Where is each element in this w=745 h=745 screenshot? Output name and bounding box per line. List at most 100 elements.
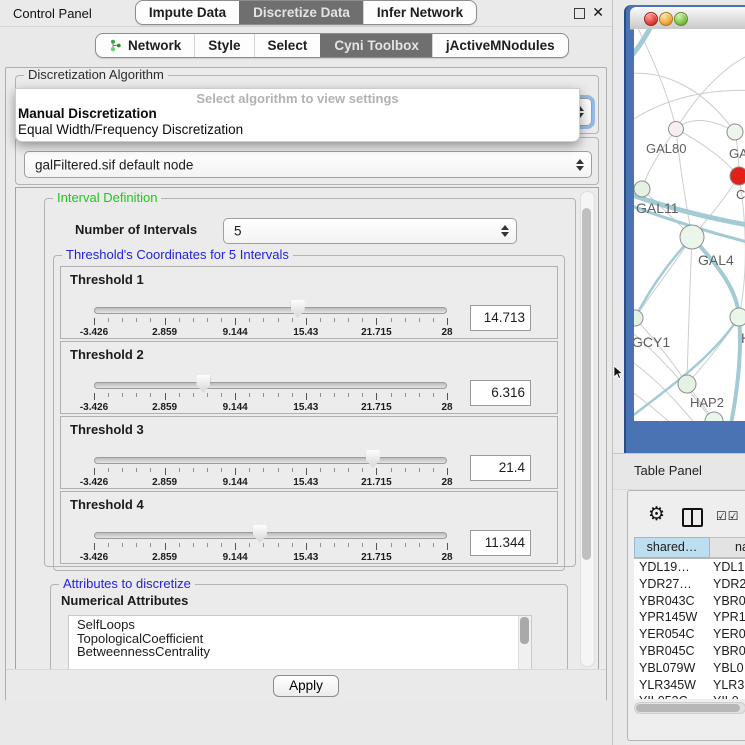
dropdown-option-manual-discretization[interactable]: Manual Discretization	[16, 106, 579, 122]
cell-shared-name: YLR345W	[634, 677, 710, 694]
scrollbar-thumb[interactable]	[520, 617, 529, 644]
tick-mark	[306, 318, 307, 325]
close-traffic-light[interactable]	[644, 12, 658, 26]
tick-mark	[235, 468, 236, 475]
combo-stepper-icon	[501, 225, 509, 237]
scrollbar-thumb[interactable]	[636, 704, 740, 712]
tick-mark	[334, 318, 335, 322]
tick-mark	[207, 318, 208, 322]
tab-infer-network[interactable]: Infer Network	[363, 1, 476, 24]
minimize-traffic-light[interactable]	[659, 12, 673, 26]
tab-discretize-data[interactable]: Discretize Data	[239, 1, 363, 24]
threshold-value-field[interactable]: 6.316	[470, 380, 531, 406]
tick-label: 2.859	[152, 477, 177, 488]
threshold-slider[interactable]: -3.4262.8599.14415.4321.71528	[94, 303, 447, 337]
attributes-list-scrollbar[interactable]	[518, 616, 531, 670]
tick-label: 15.43	[293, 402, 318, 413]
algorithm-dropdown-options: Manual DiscretizationEqual Width/Frequen…	[16, 106, 579, 138]
table-row[interactable]: YDR27…YDR2	[634, 576, 745, 593]
tick-mark	[249, 468, 250, 472]
tick-label: 28	[441, 552, 452, 563]
column-header-shared-name[interactable]: shared…	[634, 537, 710, 558]
tick-mark	[391, 393, 392, 397]
threshold-value-field[interactable]: 14.713	[470, 305, 531, 331]
slider-thumb[interactable]	[196, 375, 210, 393]
tick-mark	[391, 318, 392, 322]
tick-mark	[179, 393, 180, 397]
float-window-icon[interactable]	[574, 8, 585, 19]
network-node[interactable]	[680, 225, 704, 249]
attribute-item-topologicalcoefficient[interactable]: TopologicalCoefficient	[69, 632, 531, 646]
tick-mark	[278, 318, 279, 322]
split-columns-icon[interactable]	[682, 508, 703, 527]
tick-mark	[150, 468, 151, 472]
slider-thumb[interactable]	[366, 450, 380, 468]
tick-mark	[94, 543, 95, 550]
tick-mark	[292, 543, 293, 547]
threshold-slider[interactable]: -3.4262.8599.14415.4321.71528	[94, 453, 447, 487]
table-row[interactable]: YBL079WYBL0	[634, 660, 745, 677]
num-intervals-select[interactable]: 5	[223, 218, 517, 244]
settings-vertical-scrollbar[interactable]	[580, 191, 595, 667]
tick-mark	[122, 318, 123, 322]
table-row[interactable]: YBR045CYBR0	[634, 643, 745, 660]
tick-label: 15.43	[293, 327, 318, 338]
select-columns-icon[interactable]: ☑☑	[716, 509, 740, 523]
threshold-value-field[interactable]: 11.344	[470, 530, 531, 556]
tab-select[interactable]: Select	[254, 34, 321, 57]
table-row[interactable]: YBR043CYBR0	[634, 593, 745, 610]
tick-label: 28	[441, 477, 452, 488]
tab-impute-data[interactable]: Impute Data	[136, 1, 239, 24]
table-row[interactable]: YLR345WYLR3	[634, 677, 745, 694]
tick-mark	[447, 468, 448, 475]
network-icon	[109, 39, 122, 52]
network-node[interactable]	[669, 122, 684, 137]
threshold-slider[interactable]: -3.4262.8599.14415.4321.71528	[94, 378, 447, 412]
tick-mark	[136, 393, 137, 397]
node-label: C	[736, 187, 745, 202]
network-node[interactable]	[730, 308, 745, 326]
attributes-list[interactable]: SelfLoopsTopologicalCoefficientBetweenne…	[68, 615, 532, 670]
attribute-item-betweennesscentrality[interactable]: BetweennessCentrality	[69, 645, 531, 659]
apply-button[interactable]: Apply	[273, 675, 339, 697]
gear-icon[interactable]: ⚙	[648, 505, 665, 524]
slider-thumb[interactable]	[253, 525, 267, 543]
zoom-traffic-light[interactable]	[674, 12, 688, 26]
tab-style[interactable]: Style	[194, 34, 253, 57]
tab-jactivemnodules[interactable]: jActiveMNodules	[432, 34, 568, 57]
table-data-select[interactable]: galFiltered.sif default node	[24, 151, 592, 178]
table-row[interactable]: YPR145WYPR1	[634, 609, 745, 626]
network-node[interactable]	[634, 181, 650, 197]
tab-cyni-toolbox[interactable]: Cyni Toolbox	[320, 34, 432, 57]
table-header-row: shared… na	[634, 537, 745, 559]
table-row[interactable]: YER054CYER0	[634, 626, 745, 643]
scrollbar-thumb[interactable]	[582, 208, 591, 560]
table-horizontal-scrollbar[interactable]	[634, 702, 745, 714]
close-icon[interactable]: ✕	[592, 4, 604, 21]
table-row[interactable]: YDL19…YDL1	[634, 559, 745, 576]
column-header-name[interactable]: na	[710, 537, 745, 558]
tick-mark	[405, 393, 406, 397]
network-node[interactable]	[705, 412, 723, 421]
cell-shared-name: YBL079W	[634, 660, 710, 677]
tick-mark	[150, 318, 151, 322]
threshold-slider[interactable]: -3.4262.8599.14415.4321.71528	[94, 528, 447, 562]
algorithm-dropdown-popup: Select algorithm to view settings Manual…	[15, 88, 580, 142]
slider-thumb[interactable]	[291, 300, 305, 318]
network-node[interactable]	[634, 310, 643, 326]
tick-mark	[94, 468, 95, 475]
dropdown-option-equal-width-frequency-discretization[interactable]: Equal Width/Frequency Discretization	[16, 122, 579, 138]
tab-label: Discretize Data	[253, 1, 350, 24]
network-node[interactable]	[678, 375, 696, 393]
table-row[interactable]: YIL053CYIL0	[634, 693, 745, 699]
tab-network[interactable]: Network	[96, 34, 194, 57]
tick-label: 21.715	[361, 402, 392, 413]
threshold-value-field[interactable]: 21.4	[470, 455, 531, 481]
network-node[interactable]	[727, 124, 743, 140]
attribute-item-selfloops[interactable]: SelfLoops	[69, 618, 531, 632]
network-canvas[interactable]: GAL80GACGAL11GAL4GCY1HHAP2	[634, 29, 745, 421]
network-node[interactable]	[730, 167, 745, 185]
threshold-panel-threshold-3: Threshold 3-3.4262.8599.14415.4321.71528…	[60, 416, 558, 489]
node-label: H	[741, 330, 745, 346]
tick-mark	[179, 318, 180, 322]
